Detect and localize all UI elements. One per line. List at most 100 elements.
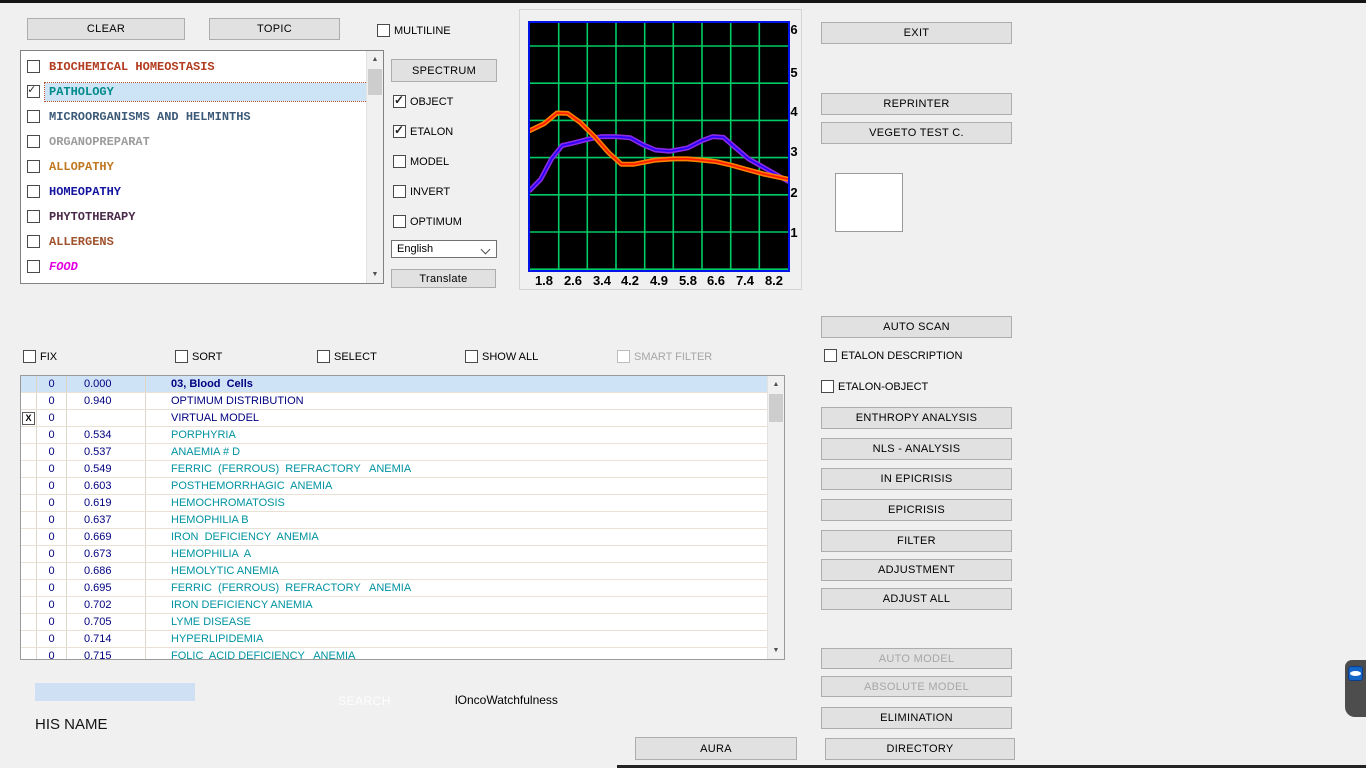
category-checkbox[interactable] (27, 185, 40, 198)
table-row[interactable]: 00.549FERRIC (FERROUS) REFRACTORY ANEMIA (21, 461, 767, 478)
show-all-checkbox[interactable] (465, 350, 478, 363)
auto-scan-button[interactable]: AUTO SCAN (821, 316, 1012, 338)
scroll-down-icon[interactable]: ▼ (367, 266, 383, 283)
category-checkbox[interactable] (27, 85, 40, 98)
category-listbox: BIOCHEMICAL HOMEOSTASISPATHOLOGYMICROORG… (20, 50, 384, 284)
category-item[interactable]: FOOD (21, 254, 366, 279)
chart-plot-area (528, 21, 790, 272)
object-checkbox[interactable] (393, 95, 406, 108)
table-row[interactable]: 00.714HYPERLIPIDEMIA (21, 631, 767, 648)
exit-button[interactable]: EXIT (821, 22, 1012, 44)
fix-checkbox-row[interactable]: FIX (23, 350, 57, 363)
search-input[interactable] (35, 683, 195, 701)
category-checkbox[interactable] (27, 260, 40, 273)
model-checkbox-row[interactable]: MODEL (393, 155, 449, 168)
invert-checkbox[interactable] (393, 185, 406, 198)
x-tick-label: 8.2 (760, 273, 788, 288)
category-checkbox[interactable] (27, 160, 40, 173)
y-tick-label: 5 (786, 65, 802, 83)
in-epicrisis-button[interactable]: IN EPICRISIS (821, 468, 1012, 490)
select-checkbox[interactable] (317, 350, 330, 363)
vegeto-test-button[interactable]: VEGETO TEST C. (821, 122, 1012, 144)
etalon-description-checkbox[interactable] (824, 349, 837, 362)
row-index: 0 (37, 512, 67, 528)
table-row[interactable]: 00.705LYME DISEASE (21, 614, 767, 631)
category-item[interactable]: BIOCHEMICAL HOMEOSTASIS (21, 54, 366, 79)
etalon-object-checkbox[interactable] (821, 380, 834, 393)
sort-checkbox[interactable] (175, 350, 188, 363)
etalon-object-checkbox-row[interactable]: ETALON-OBJECT (821, 380, 928, 393)
teamviewer-tab[interactable] (1345, 660, 1366, 717)
row-index: 0 (37, 580, 67, 596)
elimination-button[interactable]: ELIMINATION (821, 707, 1012, 729)
row-model-checkbox[interactable]: X (22, 412, 35, 425)
row-value: 0.686 (67, 563, 146, 579)
model-checkbox[interactable] (393, 155, 406, 168)
adjustment-button[interactable]: ADJUSTMENT (821, 559, 1012, 581)
topic-button[interactable]: TOPIC (209, 18, 340, 40)
table-row[interactable]: 00.686HEMOLYTIC ANEMIA (21, 563, 767, 580)
category-item[interactable]: PATHOLOGY (21, 79, 366, 104)
category-checkbox[interactable] (27, 110, 40, 123)
x-tick-label: 4.9 (645, 273, 673, 288)
optimum-checkbox[interactable] (393, 215, 406, 228)
category-item[interactable]: ALLOPATHY (21, 154, 366, 179)
table-row[interactable]: 00.669IRON DEFICIENCY ANEMIA (21, 529, 767, 546)
category-checkbox[interactable] (27, 210, 40, 223)
category-item[interactable]: MICROORGANISMS AND HELMINTHS (21, 104, 366, 129)
category-item[interactable]: HOMEOPATHY (21, 179, 366, 204)
clear-button[interactable]: CLEAR (27, 18, 185, 40)
scrollbar-thumb[interactable] (368, 69, 382, 95)
category-scrollbar[interactable]: ▲ ▼ (366, 51, 383, 283)
select-checkbox-row[interactable]: SELECT (317, 350, 377, 363)
scroll-down-icon[interactable]: ▼ (768, 642, 784, 659)
category-item[interactable]: ALLERGENS (21, 229, 366, 254)
category-checkbox[interactable] (27, 235, 40, 248)
table-row[interactable]: 00.534PORPHYRIA (21, 427, 767, 444)
scrollbar-thumb[interactable] (769, 394, 783, 422)
translate-button[interactable]: Translate (391, 269, 496, 288)
filter-button[interactable]: FILTER (821, 530, 1012, 552)
etalon-description-checkbox-row[interactable]: ETALON DESCRIPTION (824, 349, 962, 362)
category-checkbox[interactable] (27, 135, 40, 148)
scroll-up-icon[interactable]: ▲ (768, 376, 784, 393)
table-row[interactable]: 00.619HEMOCHROMATOSIS (21, 495, 767, 512)
table-row[interactable]: 00.00003, Blood Cells (21, 376, 767, 393)
multiline-checkbox[interactable] (377, 24, 390, 37)
scroll-up-icon[interactable]: ▲ (367, 51, 383, 68)
table-row[interactable]: 00.637HEMOPHILIA B (21, 512, 767, 529)
category-item[interactable]: ORGANOPREPARAT (21, 129, 366, 154)
table-row[interactable]: 00.695FERRIC (FERROUS) REFRACTORY ANEMIA (21, 580, 767, 597)
table-row[interactable]: 00.537ANAEMIA # D (21, 444, 767, 461)
row-value: 0.537 (67, 444, 146, 460)
x-tick-label: 2.6 (559, 273, 587, 288)
table-scrollbar[interactable]: ▲ ▼ (767, 376, 784, 659)
invert-checkbox-row[interactable]: INVERT (393, 185, 450, 198)
etalon-checkbox[interactable] (393, 125, 406, 138)
show-all-checkbox-row[interactable]: SHOW ALL (465, 350, 538, 363)
sort-checkbox-row[interactable]: SORT (175, 350, 222, 363)
aura-button[interactable]: AURA (635, 737, 797, 760)
table-row[interactable]: 00.715FOLIC ACID DEFICIENCY ANEMIA (21, 648, 767, 659)
multiline-checkbox-row[interactable]: MULTILINE (377, 24, 451, 37)
object-checkbox-row[interactable]: OBJECT (393, 95, 453, 108)
language-select[interactable]: English (391, 240, 497, 258)
table-row[interactable]: 00.673HEMOPHILIA A (21, 546, 767, 563)
directory-button[interactable]: DIRECTORY (825, 738, 1015, 760)
table-row[interactable]: 00.603POSTHEMORRHAGIC ANEMIA (21, 478, 767, 495)
table-row[interactable]: X0VIRTUAL MODEL (21, 410, 767, 427)
table-row[interactable]: 00.702IRON DEFICIENCY ANEMIA (21, 597, 767, 614)
etalon-checkbox-row[interactable]: ETALON (393, 125, 453, 138)
optimum-checkbox-row[interactable]: OPTIMUM (393, 215, 462, 228)
x-tick-label: 5.8 (674, 273, 702, 288)
enthropy-analysis-button[interactable]: ENTHROPY ANALYSIS (821, 407, 1012, 429)
nls-analysis-button[interactable]: NLS - ANALYSIS (821, 438, 1012, 460)
reprinter-button[interactable]: REPRINTER (821, 93, 1012, 115)
category-item[interactable]: PHYTOTHERAPY (21, 204, 366, 229)
category-checkbox[interactable] (27, 60, 40, 73)
table-row[interactable]: 00.940OPTIMUM DISTRIBUTION (21, 393, 767, 410)
fix-checkbox[interactable] (23, 350, 36, 363)
spectrum-button[interactable]: SPECTRUM (391, 59, 497, 82)
adjust-all-button[interactable]: ADJUST ALL (821, 588, 1012, 610)
epicrisis-button[interactable]: EPICRISIS (821, 499, 1012, 521)
